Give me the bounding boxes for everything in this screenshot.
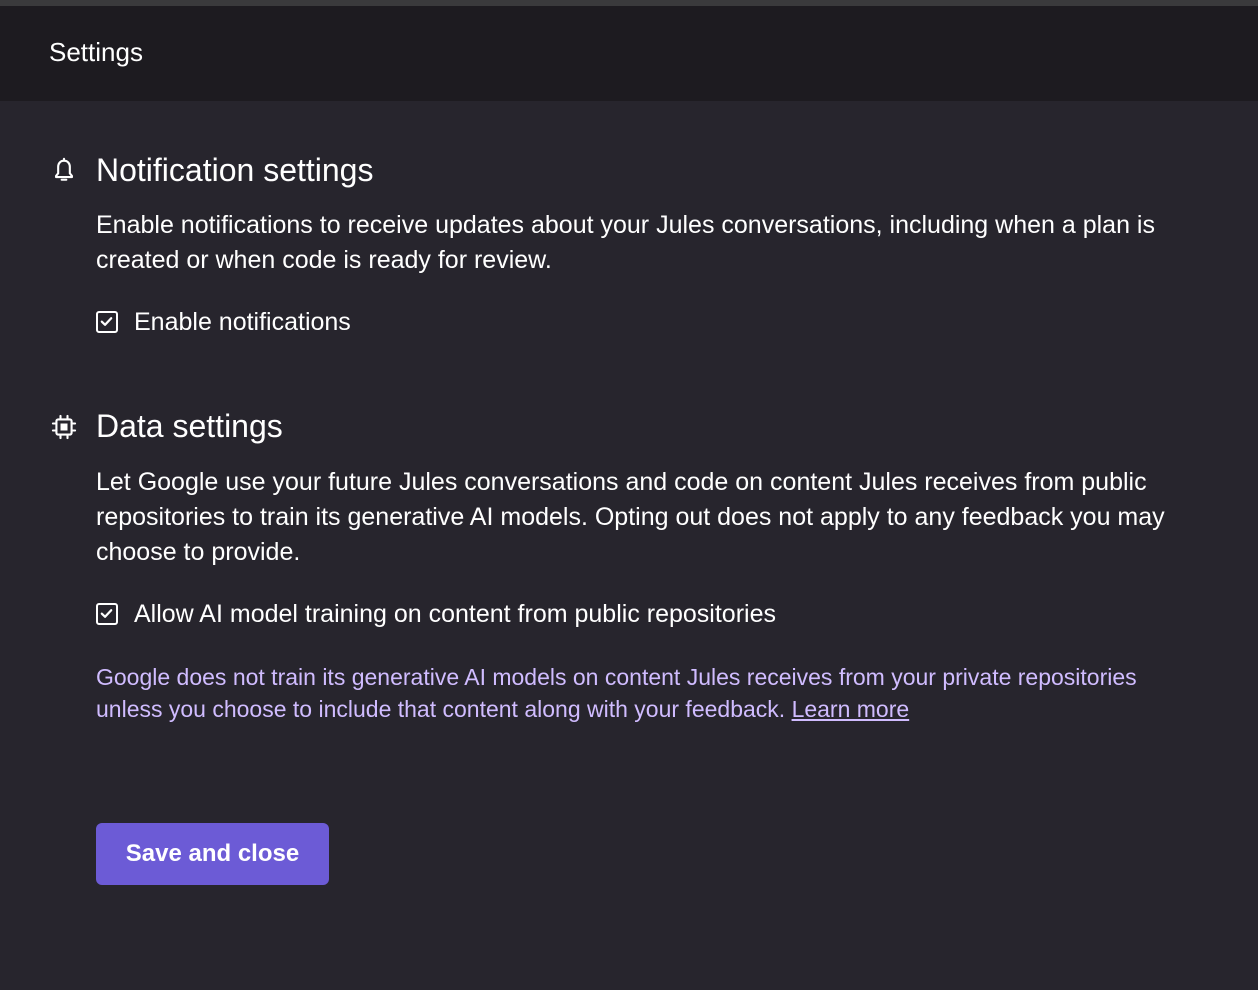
private-repos-note: Google does not train its generative AI …	[96, 661, 1176, 725]
notification-settings-description: Enable notifications to receive updates …	[96, 211, 1155, 274]
checkmark-icon	[100, 317, 113, 326]
learn-more-link[interactable]: Learn more	[792, 696, 910, 722]
enable-notifications-checkbox[interactable]	[96, 311, 118, 333]
enable-notifications-option[interactable]: Enable notifications	[96, 308, 351, 336]
checkmark-icon	[100, 609, 113, 618]
settings-header: Settings	[0, 6, 1258, 101]
chip-icon	[50, 413, 78, 441]
enable-notifications-label: Enable notifications	[134, 307, 351, 336]
notification-settings-title: Notification settings	[96, 152, 374, 188]
allow-training-label: Allow AI model training on content from …	[134, 599, 776, 628]
page-title: Settings	[49, 37, 143, 67]
data-settings-title: Data settings	[96, 408, 283, 444]
allow-training-checkbox[interactable]	[96, 603, 118, 625]
private-repos-note-text: Google does not train its generative AI …	[96, 664, 1137, 722]
data-settings-description: Let Google use your future Jules convers…	[96, 468, 1165, 566]
save-and-close-button[interactable]: Save and close	[96, 823, 329, 885]
settings-content: Notification settings Enable notificatio…	[0, 101, 1258, 990]
bell-icon	[50, 157, 78, 185]
allow-training-option[interactable]: Allow AI model training on content from …	[96, 600, 776, 628]
